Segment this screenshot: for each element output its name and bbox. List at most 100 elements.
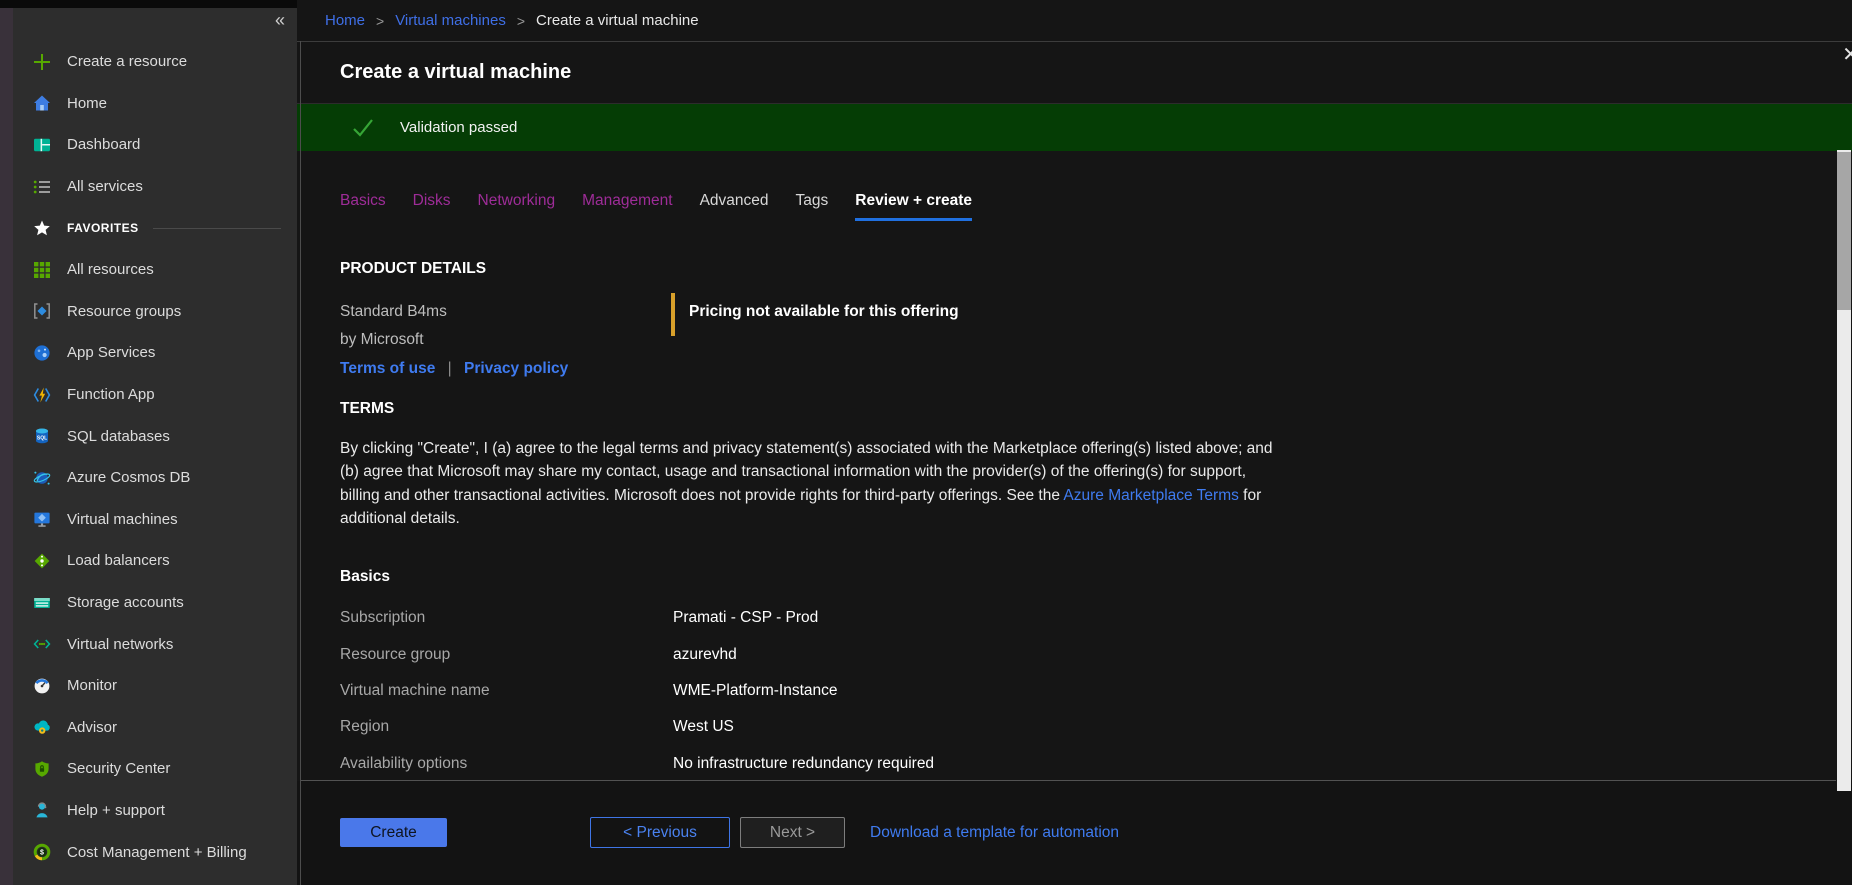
terms-of-use-link[interactable]: Terms of use [340, 360, 435, 377]
pricing-note-text: Pricing not available for this offering [689, 303, 959, 336]
favorites-divider [153, 228, 281, 229]
pricing-accent-bar [671, 293, 675, 336]
sidebar-item-all-services[interactable]: All services [0, 166, 297, 208]
load-balancer-icon [33, 552, 51, 570]
privacy-policy-link[interactable]: Privacy policy [464, 360, 568, 377]
create-button[interactable]: Create [340, 818, 447, 847]
close-icon[interactable]: ✕ [1842, 42, 1852, 67]
sidebar-item-all-resources[interactable]: All resources [0, 249, 297, 291]
sidebar-item-label: All resources [67, 261, 154, 278]
sidebar-item-function-app[interactable]: Function App [0, 374, 297, 416]
scrollbar-thumb[interactable] [1837, 152, 1851, 310]
sidebar-item-help-support[interactable]: Help + support [0, 790, 297, 832]
sidebar-item-label: Virtual machines [67, 511, 178, 528]
pricing-note: Pricing not available for this offering [671, 293, 959, 336]
breadcrumb-virtual-machines-link[interactable]: Virtual machines [395, 12, 506, 29]
terms-paragraph: By clicking "Create", I (a) agree to the… [340, 437, 1275, 531]
sidebar-item-cost-management-billing[interactable]: $ Cost Management + Billing [0, 831, 297, 873]
footer-bar: Create < Previous Next > Download a temp… [297, 781, 1852, 885]
next-button[interactable]: Next > [740, 817, 845, 848]
tab-disks[interactable]: Disks [413, 192, 451, 221]
product-links: Terms of use | Privacy policy [340, 360, 1782, 378]
list-icon [33, 178, 51, 196]
product-publisher: by Microsoft [340, 331, 1782, 349]
sidebar-item-azure-cosmos-db[interactable]: Azure Cosmos DB [0, 457, 297, 499]
main-panel: Home > Virtual machines > Create a virtu… [297, 0, 1852, 885]
sidebar-item-load-balancers[interactable]: Load balancers [0, 540, 297, 582]
basics-rows: Subscription Pramati - CSP - Prod Resour… [340, 600, 1782, 782]
scrollbar-track[interactable] [1837, 150, 1851, 791]
sidebar-item-resource-groups[interactable]: Resource groups [0, 291, 297, 333]
sidebar-item-dashboard[interactable]: Dashboard [0, 124, 297, 166]
sidebar-item-label: Advisor [67, 719, 117, 736]
sidebar-item-security-center[interactable]: Security Center [0, 748, 297, 790]
sidebar-item-advisor[interactable]: Advisor [0, 707, 297, 749]
sidebar-item-home[interactable]: Home [0, 83, 297, 125]
function-app-icon [33, 386, 51, 404]
row-value: No infrastructure redundancy required [673, 755, 934, 773]
sidebar-item-label: Help + support [67, 802, 165, 819]
previous-button[interactable]: < Previous [590, 817, 730, 848]
row-value: azurevhd [673, 646, 737, 664]
star-icon [33, 219, 51, 237]
sidebar-item-monitor[interactable]: Monitor [0, 665, 297, 707]
breadcrumb-separator-icon: > [517, 13, 525, 29]
row-value: WME-Platform-Instance [673, 682, 838, 700]
sidebar-item-sql-databases[interactable]: SQL SQL databases [0, 415, 297, 457]
product-details-heading: PRODUCT DETAILS [340, 260, 1782, 278]
tab-advanced[interactable]: Advanced [700, 192, 769, 221]
sidebar-item-app-services[interactable]: App Services [0, 332, 297, 374]
validation-banner: Validation passed [297, 104, 1852, 151]
basics-heading: Basics [340, 568, 1782, 586]
breadcrumb-home-link[interactable]: Home [325, 12, 365, 29]
table-row: Virtual machine name WME-Platform-Instan… [340, 673, 1782, 709]
sidebar-item-label: Load balancers [67, 552, 170, 569]
virtual-machine-icon [33, 510, 51, 528]
advisor-icon [33, 718, 51, 736]
checkmark-icon [351, 116, 375, 140]
panel-divider [300, 41, 301, 885]
cosmos-db-icon [33, 469, 51, 487]
tab-tags[interactable]: Tags [796, 192, 829, 221]
sidebar-item-create-a-resource[interactable]: Create a resource [0, 41, 297, 83]
favorites-label: FAVORITES [67, 221, 139, 235]
row-value: West US [673, 718, 734, 736]
tab-basics[interactable]: Basics [340, 192, 386, 221]
cost-management-icon: $ [33, 843, 51, 861]
sidebar-collapse-icon[interactable]: « [275, 10, 285, 31]
link-divider: | [448, 360, 452, 377]
basics-summary-section: Basics Subscription Pramati - CSP - Prod… [340, 568, 1782, 782]
table-row: Resource group azurevhd [340, 636, 1782, 672]
azure-marketplace-terms-link[interactable]: Azure Marketplace Terms [1063, 487, 1238, 504]
tab-management[interactable]: Management [582, 192, 672, 221]
resource-group-icon [33, 302, 51, 320]
storage-icon [33, 594, 51, 612]
validation-status-text: Validation passed [400, 119, 517, 136]
sidebar-item-label: Resource groups [67, 303, 181, 320]
sidebar-item-virtual-networks[interactable]: Virtual networks [0, 623, 297, 665]
virtual-network-icon [33, 635, 51, 653]
sidebar-item-virtual-machines[interactable]: Virtual machines [0, 499, 297, 541]
sidebar-item-label: Function App [67, 386, 155, 403]
table-row: Subscription Pramati - CSP - Prod [340, 600, 1782, 636]
sidebar-item-storage-accounts[interactable]: Storage accounts [0, 582, 297, 624]
page-title: Create a virtual machine [340, 61, 571, 84]
app-services-icon [33, 344, 51, 362]
sql-database-icon: SQL [33, 427, 51, 445]
sidebar-nav-list: Create a resource Home Dashboard All ser… [0, 41, 297, 873]
tab-review-create[interactable]: Review + create [855, 192, 972, 221]
sidebar-item-label: Home [67, 95, 107, 112]
row-label: Resource group [340, 646, 673, 664]
sidebar-item-label: All services [67, 178, 143, 195]
sidebar-item-label: Cost Management + Billing [67, 844, 247, 861]
sidebar-item-label: Security Center [67, 760, 170, 777]
monitor-icon [33, 677, 51, 695]
sidebar-item-label: Virtual networks [67, 636, 173, 653]
sidebar-item-label: Storage accounts [67, 594, 184, 611]
download-template-link[interactable]: Download a template for automation [870, 824, 1119, 842]
plus-icon [33, 53, 51, 71]
sidebar-item-label: Create a resource [67, 53, 187, 70]
tab-networking[interactable]: Networking [478, 192, 556, 221]
terms-heading: TERMS [340, 400, 1275, 418]
sidebar: « Create a resource Home Dashboard All s… [0, 8, 297, 885]
